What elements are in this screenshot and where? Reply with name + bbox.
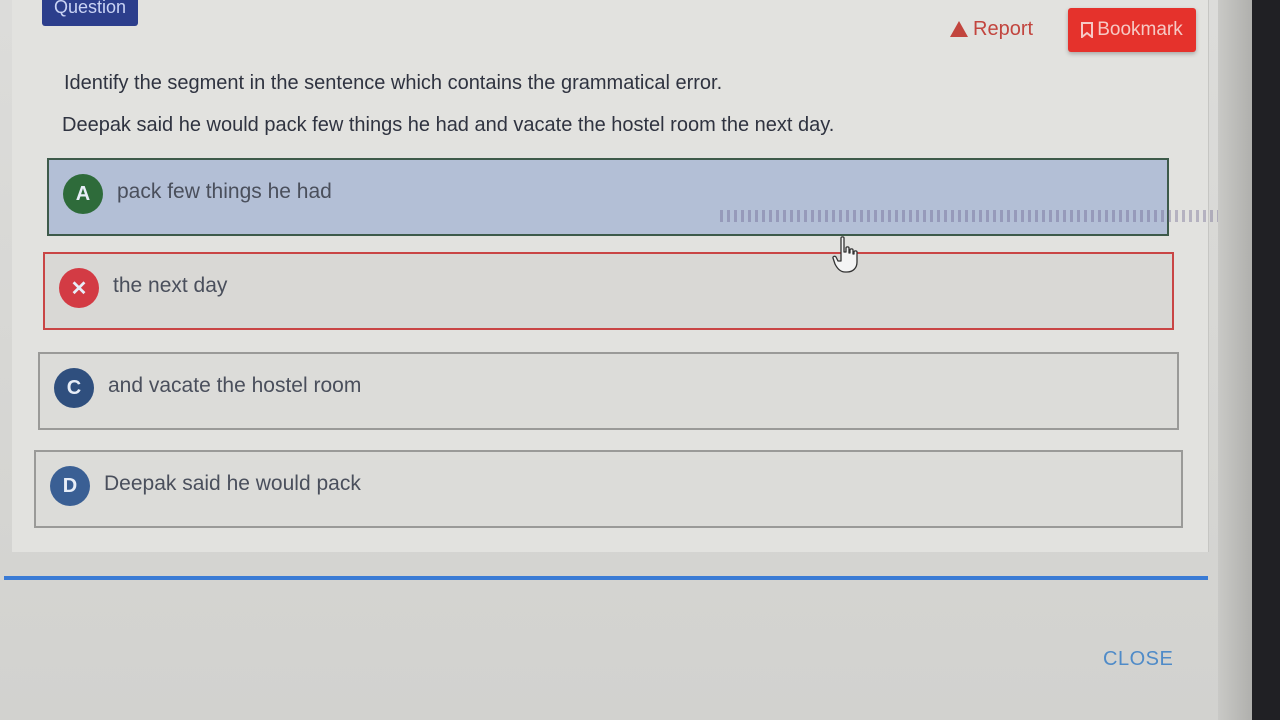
- option-a-badge: A: [63, 174, 103, 214]
- option-c-text: and vacate the hostel room: [108, 374, 362, 397]
- option-c-badge: C: [54, 368, 94, 408]
- bookmark-icon: [1081, 22, 1094, 38]
- report-label: Report: [973, 17, 1034, 40]
- report-button[interactable]: Report: [950, 14, 1033, 44]
- screen: Question Report Bookmark Identify the se…: [0, 0, 1252, 720]
- divider: [4, 576, 1208, 580]
- question-prompt: Identify the segment in the sentence whi…: [64, 72, 723, 94]
- option-c[interactable]: C and vacate the hostel room: [38, 352, 1179, 430]
- hand-pointer-cursor-icon: [832, 236, 858, 273]
- option-d-badge: D: [50, 466, 90, 506]
- option-b[interactable]: ✕ the next day: [43, 252, 1174, 330]
- option-a-text: pack few things he had: [117, 180, 332, 203]
- bookmark-button[interactable]: Bookmark: [1068, 8, 1196, 52]
- bookmark-label: Bookmark: [1097, 19, 1183, 40]
- warning-triangle-icon: [950, 21, 968, 37]
- option-d[interactable]: D Deepak said he would pack: [34, 450, 1183, 528]
- close-button[interactable]: CLOSE: [1103, 648, 1173, 671]
- option-b-text: the next day: [113, 274, 228, 297]
- option-d-text: Deepak said he would pack: [104, 472, 361, 495]
- wrong-answer-icon: ✕: [59, 268, 99, 308]
- question-sentence: Deepak said he would pack few things he …: [62, 114, 835, 136]
- question-tag: Question: [42, 0, 139, 26]
- screen-artifact: [720, 210, 1220, 222]
- option-a[interactable]: A pack few things he had: [47, 158, 1169, 236]
- screen-edge: [1218, 0, 1252, 720]
